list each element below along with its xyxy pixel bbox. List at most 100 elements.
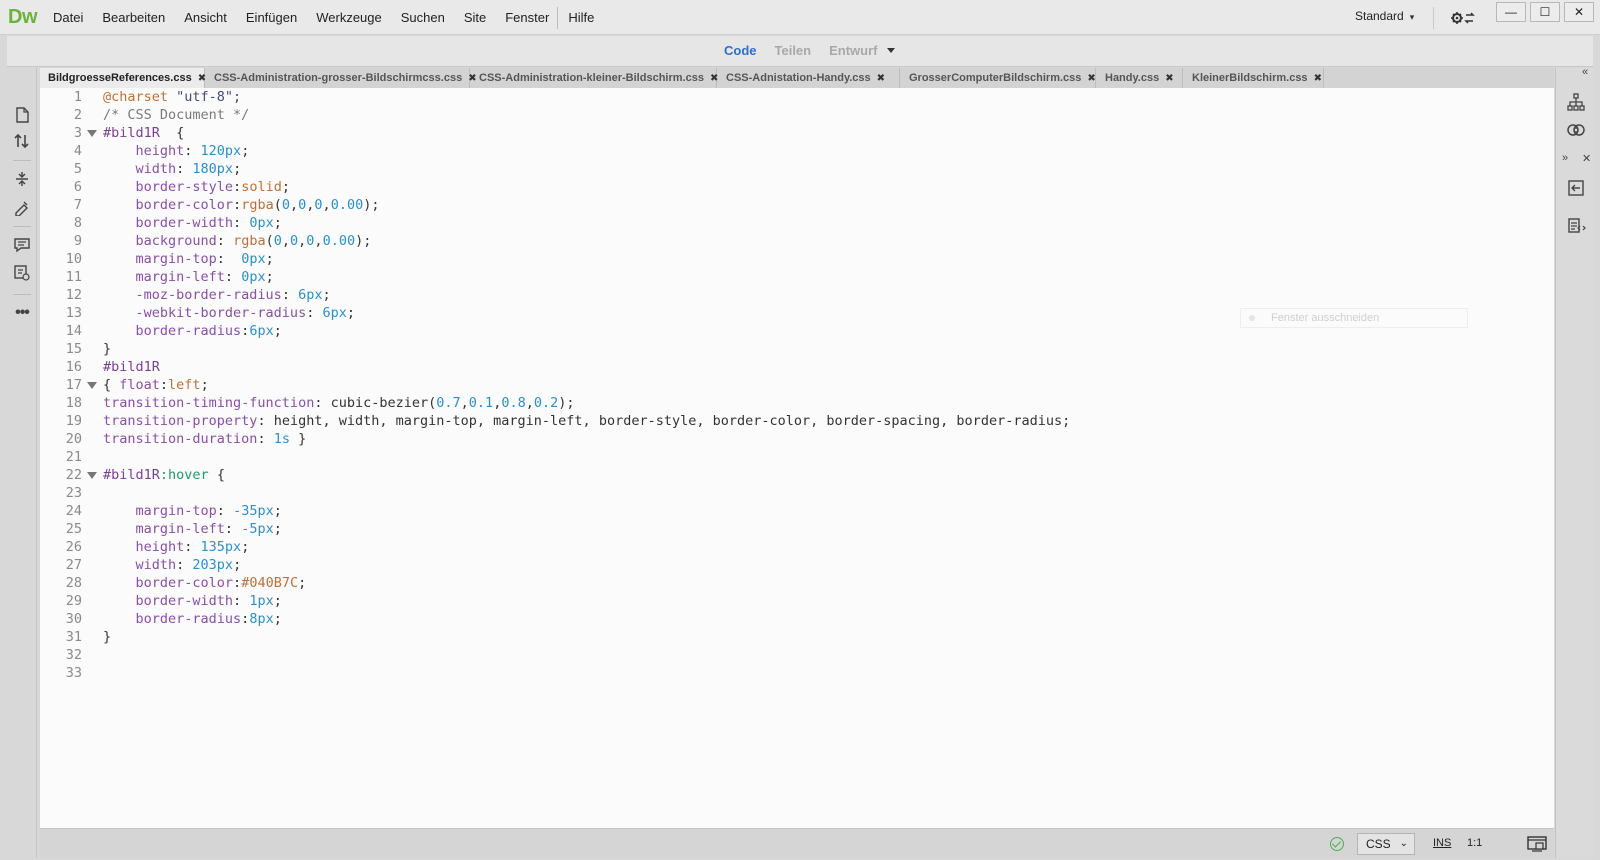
code-line: height: 135px; [103, 539, 250, 555]
tab-css-adnistation-handy[interactable]: CSS-Adnistation-Handy.css ✖ [718, 68, 900, 88]
code-line: margin-left: 0px; [103, 269, 274, 285]
line-number: 26 [65, 539, 82, 555]
line-number: 5 [73, 161, 82, 177]
cc-libraries-icon[interactable] [1566, 120, 1586, 140]
toolbar-divider-3 [13, 294, 31, 295]
file-transfer-icon[interactable] [13, 132, 31, 150]
menu-werkzeuge[interactable]: Werkzeuge [316, 10, 382, 25]
code-line: transition-property: height, width, marg… [103, 413, 1071, 429]
chevron-down-icon: ⌄ [1399, 838, 1408, 849]
code-line: } [103, 341, 112, 357]
menu-einfuegen[interactable]: Einfügen [246, 10, 297, 25]
tab-label: CSS-Adnistation-Handy.css [726, 72, 871, 84]
tab-bildgroessereferences[interactable]: BildgroesseReferences.css ✖ [40, 68, 206, 88]
close-icon[interactable]: ✖ [877, 73, 885, 84]
fold-arrow-icon[interactable] [87, 472, 97, 479]
line-number: 16 [65, 359, 82, 375]
fold-arrow-icon[interactable] [87, 130, 97, 137]
format-tools-icon[interactable] [13, 198, 31, 216]
menu-ansicht[interactable]: Ansicht [184, 10, 227, 25]
tab-label: BildgroesseReferences.css [48, 72, 192, 84]
tab-label: Handy.css [1105, 72, 1160, 84]
tab-grossercomputerbildschirm[interactable]: GrosserComputerBildschirm.css ✖ [901, 68, 1096, 88]
line-number: 21 [65, 449, 82, 465]
code-line: -moz-border-radius: 6px; [103, 287, 331, 303]
tab-css-admin-gross[interactable]: CSS-Administration-grosser-Bildschirmcss… [206, 68, 477, 88]
code-format-icon[interactable] [13, 264, 31, 282]
line-number: 10 [65, 251, 82, 267]
line-number: 2 [73, 107, 82, 123]
app-logo: Dw [8, 6, 38, 28]
close-icon[interactable]: ✖ [1314, 73, 1322, 84]
site-structure-icon[interactable] [1566, 92, 1586, 112]
check-ok-icon[interactable] [1330, 837, 1344, 851]
maximize-button[interactable]: ☐ [1530, 2, 1560, 22]
tab-code-view[interactable]: Code [724, 43, 757, 58]
code-line: border-width: 1px; [103, 593, 282, 609]
code-line: transition-duration: 1s } [103, 431, 307, 447]
line-number: 22 [65, 467, 82, 483]
line-number: 25 [65, 521, 82, 537]
line-number: 24 [65, 503, 82, 519]
document-type-value: CSS [1366, 837, 1391, 851]
line-number: 18 [65, 395, 82, 411]
code-line: margin-top: 0px; [103, 251, 274, 267]
close-icon[interactable]: ✖ [1087, 73, 1095, 84]
view-switcher-bar: Code Teilen Entwurf [7, 36, 1593, 67]
expand-panel-icon[interactable]: » [1562, 152, 1568, 164]
menu-divider [557, 7, 558, 29]
open-document-icon[interactable] [13, 106, 31, 124]
line-number: 12 [65, 287, 82, 303]
tab-split-view[interactable]: Teilen [775, 43, 812, 58]
close-icon[interactable]: ✖ [1165, 73, 1173, 84]
code-content[interactable]: @charset "utf-8"; /* CSS Document */ #bi… [103, 88, 1070, 645]
tab-label: GrosserComputerBildschirm.css [909, 72, 1082, 84]
code-line: border-width: 0px; [103, 215, 282, 231]
menu-suchen[interactable]: Suchen [401, 10, 445, 25]
line-number: 4 [73, 143, 82, 159]
code-line: border-style:solid; [103, 179, 290, 195]
comment-icon[interactable] [13, 236, 31, 254]
tab-kleinerbildschirm[interactable]: KleinerBildschirm.css ✖ [1184, 68, 1324, 88]
close-panel-icon[interactable]: ✕ [1582, 152, 1591, 165]
menu-datei[interactable]: Datei [53, 10, 83, 25]
line-number-gutter: 1 2 3 4 5 6 7 8 9 10 11 12 13 14 15 16 1… [40, 88, 100, 828]
fold-arrow-icon[interactable] [87, 382, 97, 389]
view-dropdown-icon[interactable] [887, 48, 895, 53]
line-number: 3 [73, 125, 82, 141]
menu-bearbeiten[interactable]: Bearbeiten [102, 10, 165, 25]
line-number: 11 [65, 269, 82, 285]
line-number: 33 [65, 665, 82, 681]
line-number: 27 [65, 557, 82, 573]
workspace-switcher[interactable]: Standard ▾ [1355, 9, 1414, 23]
toolbar-divider-2 [13, 226, 31, 227]
expand-collapse-icon[interactable] [13, 170, 31, 188]
menu-site[interactable]: Site [464, 10, 486, 25]
menu-fenster[interactable]: Fenster [505, 10, 549, 25]
insert-mode-indicator[interactable]: INS [1433, 837, 1451, 849]
workspace-label: Standard [1355, 9, 1404, 23]
code-line: #bild1R [103, 359, 160, 375]
tab-css-admin-klein[interactable]: CSS-Administration-kleiner-Bildschirm.cs… [471, 68, 718, 88]
tab-label: CSS-Administration-grosser-Bildschirmcss… [214, 72, 463, 84]
code-editor[interactable]: 1 2 3 4 5 6 7 8 9 10 11 12 13 14 15 16 1… [40, 88, 1554, 828]
minimize-button[interactable]: — [1496, 2, 1526, 22]
menu-hilfe[interactable]: Hilfe [568, 10, 594, 25]
live-preview-icon[interactable] [1527, 836, 1547, 852]
line-number: 19 [65, 413, 82, 429]
insert-panel-icon[interactable] [1566, 178, 1586, 198]
more-options-icon[interactable]: ••• [13, 304, 31, 322]
bullet-icon [1249, 315, 1255, 321]
code-line: width: 203px; [103, 557, 242, 573]
document-tab-bar: BildgroesseReferences.css ✖ CSS-Administr… [40, 68, 1554, 88]
tab-handy[interactable]: Handy.css ✖ [1097, 68, 1183, 88]
tooltip-text: Fenster ausschneiden [1271, 312, 1380, 324]
collapse-panels-icon[interactable]: « [1582, 66, 1588, 78]
tab-design-view[interactable]: Entwurf [829, 43, 877, 58]
close-icon[interactable]: ✖ [198, 73, 206, 84]
code-line: margin-top: -35px; [103, 503, 282, 519]
snippets-icon[interactable] [1566, 216, 1586, 236]
close-button[interactable]: ✕ [1564, 2, 1594, 22]
sync-settings-icon[interactable] [1450, 9, 1476, 27]
document-type-select[interactable]: CSS ⌄ [1357, 833, 1415, 855]
